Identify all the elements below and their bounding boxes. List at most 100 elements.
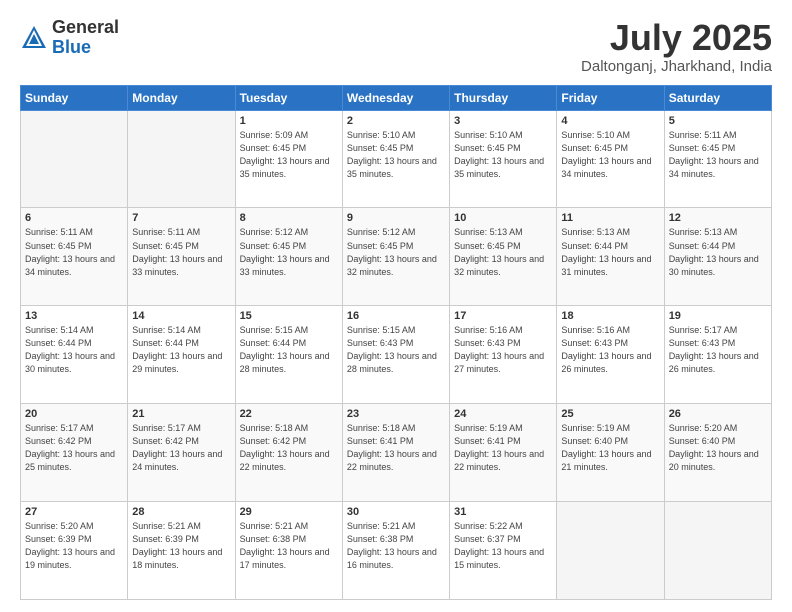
logo-icon [20, 24, 48, 52]
day-info: Sunrise: 5:21 AM Sunset: 6:39 PM Dayligh… [132, 520, 230, 572]
day-info: Sunrise: 5:13 AM Sunset: 6:45 PM Dayligh… [454, 226, 552, 278]
calendar-cell: 27 Sunrise: 5:20 AM Sunset: 6:39 PM Dayli… [21, 502, 128, 600]
day-number: 7 [132, 212, 230, 224]
location: Daltonganj, Jharkhand, India [581, 58, 772, 75]
week-row: 20 Sunrise: 5:17 AM Sunset: 6:42 PM Dayli… [21, 404, 772, 502]
calendar-cell: 3 Sunrise: 5:10 AM Sunset: 6:45 PM Daylig… [450, 110, 557, 208]
calendar-header: SundayMondayTuesdayWednesdayThursdayFrid… [21, 85, 772, 110]
calendar-cell [557, 502, 664, 600]
calendar-cell: 24Sunrise: 5:19 AM Sunset: 6:41 PM Dayli… [450, 404, 557, 502]
day-info: Sunrise: 5:20 AM Sunset: 6:40 PM Dayligh… [669, 422, 767, 474]
weekday-header-friday: Friday [557, 85, 664, 110]
day-info: Sunrise: 5:21 AM Sunset: 6:38 PM Dayligh… [240, 520, 338, 572]
calendar-cell: 28 Sunrise: 5:21 AM Sunset: 6:39 PM Dayli… [128, 502, 235, 600]
calendar-cell: 19Sunrise: 5:17 AM Sunset: 6:43 PM Dayli… [664, 306, 771, 404]
calendar-cell: 21 Sunrise: 5:17 AM Sunset: 6:42 PM Dayli… [128, 404, 235, 502]
day-info: Sunrise: 5:11 AM Sunset: 6:45 PM Dayligh… [25, 226, 123, 278]
day-number: 5 [669, 115, 767, 127]
day-info: Sunrise: 5:15 AM Sunset: 6:44 PM Dayligh… [240, 324, 338, 376]
day-info: Sunrise: 5:11 AM Sunset: 6:45 PM Dayligh… [669, 129, 767, 181]
calendar-cell: 25Sunrise: 5:19 AM Sunset: 6:40 PM Dayli… [557, 404, 664, 502]
day-number: 24 [454, 408, 552, 420]
day-info: Sunrise: 5:13 AM Sunset: 6:44 PM Dayligh… [669, 226, 767, 278]
calendar-cell: 22 Sunrise: 5:18 AM Sunset: 6:42 PM Dayli… [235, 404, 342, 502]
day-number: 12 [669, 212, 767, 224]
day-number: 4 [561, 115, 659, 127]
week-row: 6Sunrise: 5:11 AM Sunset: 6:45 PM Daylig… [21, 208, 772, 306]
weekday-header-monday: Monday [128, 85, 235, 110]
day-info: Sunrise: 5:14 AM Sunset: 6:44 PM Dayligh… [132, 324, 230, 376]
calendar-cell: 13 Sunrise: 5:14 AM Sunset: 6:44 PM Dayli… [21, 306, 128, 404]
calendar-cell: 12 Sunrise: 5:13 AM Sunset: 6:44 PM Dayli… [664, 208, 771, 306]
week-row: 27 Sunrise: 5:20 AM Sunset: 6:39 PM Dayli… [21, 502, 772, 600]
day-number: 10 [454, 212, 552, 224]
day-number: 3 [454, 115, 552, 127]
weekday-header-sunday: Sunday [21, 85, 128, 110]
calendar-body: 1Sunrise: 5:09 AM Sunset: 6:45 PM Daylig… [21, 110, 772, 599]
calendar-cell: 8 Sunrise: 5:12 AM Sunset: 6:45 PM Daylig… [235, 208, 342, 306]
logo: General Blue [20, 18, 119, 58]
day-info: Sunrise: 5:11 AM Sunset: 6:45 PM Dayligh… [132, 226, 230, 278]
day-number: 26 [669, 408, 767, 420]
day-info: Sunrise: 5:17 AM Sunset: 6:42 PM Dayligh… [132, 422, 230, 474]
month-title: July 2025 [581, 18, 772, 58]
day-number: 31 [454, 506, 552, 518]
day-number: 18 [561, 310, 659, 322]
title-block: July 2025 Daltonganj, Jharkhand, India [581, 18, 772, 75]
calendar-cell: 1Sunrise: 5:09 AM Sunset: 6:45 PM Daylig… [235, 110, 342, 208]
calendar-cell: 30 Sunrise: 5:21 AM Sunset: 6:38 PM Dayli… [342, 502, 449, 600]
day-number: 21 [132, 408, 230, 420]
calendar-cell [664, 502, 771, 600]
day-info: Sunrise: 5:16 AM Sunset: 6:43 PM Dayligh… [561, 324, 659, 376]
calendar-cell: 4Sunrise: 5:10 AM Sunset: 6:45 PM Daylig… [557, 110, 664, 208]
day-info: Sunrise: 5:10 AM Sunset: 6:45 PM Dayligh… [347, 129, 445, 181]
day-number: 20 [25, 408, 123, 420]
day-info: Sunrise: 5:22 AM Sunset: 6:37 PM Dayligh… [454, 520, 552, 572]
weekday-header-thursday: Thursday [450, 85, 557, 110]
calendar-cell: 15 Sunrise: 5:15 AM Sunset: 6:44 PM Dayli… [235, 306, 342, 404]
day-info: Sunrise: 5:21 AM Sunset: 6:38 PM Dayligh… [347, 520, 445, 572]
calendar-cell: 10 Sunrise: 5:13 AM Sunset: 6:45 PM Dayli… [450, 208, 557, 306]
day-number: 22 [240, 408, 338, 420]
calendar-cell: 2 Sunrise: 5:10 AM Sunset: 6:45 PM Daylig… [342, 110, 449, 208]
day-number: 17 [454, 310, 552, 322]
day-number: 19 [669, 310, 767, 322]
day-number: 16 [347, 310, 445, 322]
page: General Blue July 2025 Daltonganj, Jhark… [0, 0, 792, 612]
calendar-cell: 11 Sunrise: 5:13 AM Sunset: 6:44 PM Dayli… [557, 208, 664, 306]
weekday-header-wednesday: Wednesday [342, 85, 449, 110]
day-number: 30 [347, 506, 445, 518]
calendar-cell: 26 Sunrise: 5:20 AM Sunset: 6:40 PM Dayli… [664, 404, 771, 502]
week-row: 1Sunrise: 5:09 AM Sunset: 6:45 PM Daylig… [21, 110, 772, 208]
day-info: Sunrise: 5:14 AM Sunset: 6:44 PM Dayligh… [25, 324, 123, 376]
day-info: Sunrise: 5:12 AM Sunset: 6:45 PM Dayligh… [240, 226, 338, 278]
calendar-cell: 29 Sunrise: 5:21 AM Sunset: 6:38 PM Dayli… [235, 502, 342, 600]
day-info: Sunrise: 5:13 AM Sunset: 6:44 PM Dayligh… [561, 226, 659, 278]
calendar-cell: 31 Sunrise: 5:22 AM Sunset: 6:37 PM Dayli… [450, 502, 557, 600]
weekday-header-saturday: Saturday [664, 85, 771, 110]
day-info: Sunrise: 5:18 AM Sunset: 6:41 PM Dayligh… [347, 422, 445, 474]
day-number: 14 [132, 310, 230, 322]
day-info: Sunrise: 5:20 AM Sunset: 6:39 PM Dayligh… [25, 520, 123, 572]
logo-blue-text: Blue [52, 38, 119, 58]
day-info: Sunrise: 5:18 AM Sunset: 6:42 PM Dayligh… [240, 422, 338, 474]
calendar-cell: 7 Sunrise: 5:11 AM Sunset: 6:45 PM Daylig… [128, 208, 235, 306]
day-number: 23 [347, 408, 445, 420]
day-number: 28 [132, 506, 230, 518]
calendar-cell: 20Sunrise: 5:17 AM Sunset: 6:42 PM Dayli… [21, 404, 128, 502]
day-number: 8 [240, 212, 338, 224]
calendar-cell: 23 Sunrise: 5:18 AM Sunset: 6:41 PM Dayli… [342, 404, 449, 502]
weekday-header-tuesday: Tuesday [235, 85, 342, 110]
calendar-cell: 17Sunrise: 5:16 AM Sunset: 6:43 PM Dayli… [450, 306, 557, 404]
logo-general-text: General [52, 18, 119, 38]
calendar-cell: 14 Sunrise: 5:14 AM Sunset: 6:44 PM Dayli… [128, 306, 235, 404]
day-info: Sunrise: 5:10 AM Sunset: 6:45 PM Dayligh… [454, 129, 552, 181]
day-number: 13 [25, 310, 123, 322]
day-number: 11 [561, 212, 659, 224]
day-number: 15 [240, 310, 338, 322]
day-info: Sunrise: 5:15 AM Sunset: 6:43 PM Dayligh… [347, 324, 445, 376]
day-number: 29 [240, 506, 338, 518]
day-info: Sunrise: 5:19 AM Sunset: 6:40 PM Dayligh… [561, 422, 659, 474]
day-number: 27 [25, 506, 123, 518]
day-number: 2 [347, 115, 445, 127]
